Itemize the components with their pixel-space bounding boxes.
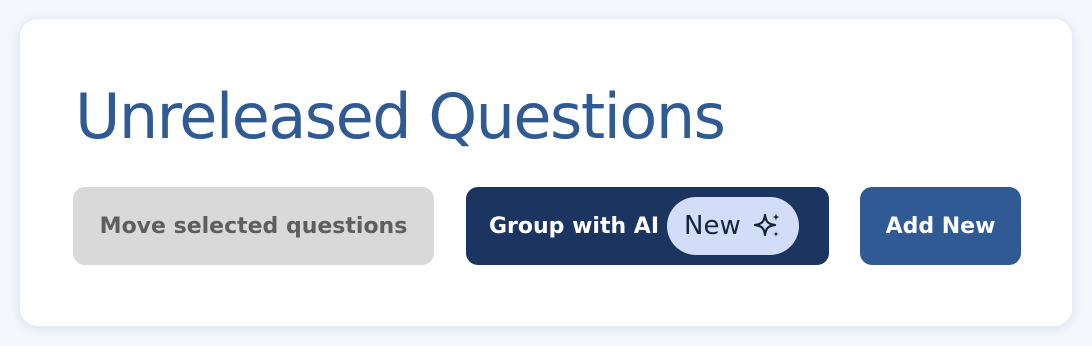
page-title: Unreleased Questions: [75, 80, 726, 153]
add-new-button[interactable]: Add New: [860, 187, 1021, 265]
group-with-ai-button[interactable]: Group with AI New: [466, 187, 829, 265]
add-new-label: Add New: [885, 213, 996, 239]
new-badge: New: [667, 197, 799, 255]
group-with-ai-label: Group with AI: [489, 213, 660, 239]
sparkle-icon: [753, 213, 780, 237]
move-selected-questions-label: Move selected questions: [99, 213, 408, 239]
new-badge-label: New: [684, 211, 741, 241]
questions-panel: Unreleased Questions Move selected quest…: [20, 19, 1072, 326]
move-selected-questions-button[interactable]: Move selected questions: [73, 187, 434, 265]
